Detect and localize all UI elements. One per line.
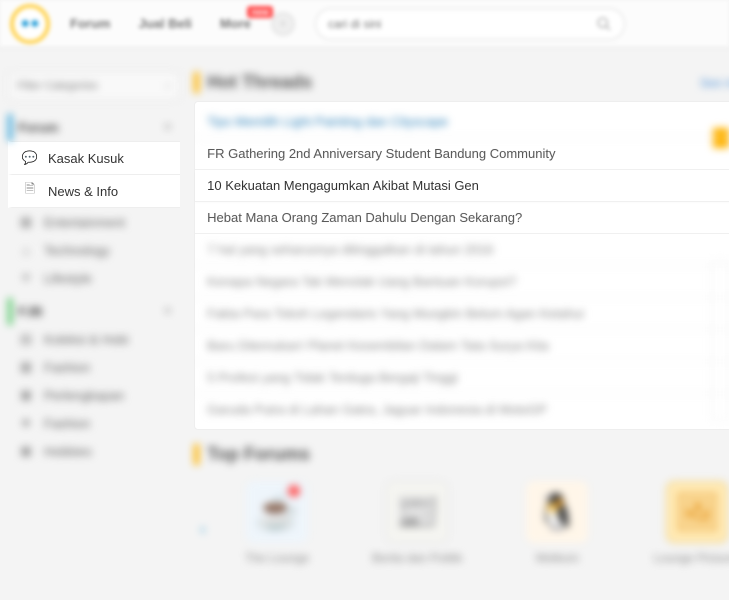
sidebar-item-label: Perlengkapan — [44, 388, 124, 403]
search-input[interactable] — [328, 17, 596, 31]
thread-row[interactable]: Hebat Mana Orang Zaman Dahulu Dengan Sek… — [195, 202, 729, 234]
top-forum-item[interactable]: 🖼 Lounge Pictures — [642, 481, 729, 565]
sidebar-filter[interactable]: ⌕ — [8, 72, 180, 100]
sidebar-item-label: Kasak Kusuk — [48, 151, 124, 166]
sidebar-item-label: Hobbies — [44, 444, 92, 459]
top-forums-carousel: ‹ ☕ The Lounge 📰 Berita dan Politik 🐧 We… — [194, 481, 729, 565]
nav-link-more[interactable]: More new — [220, 16, 251, 31]
hot-threads-list: Tips Memilih Light Painting dan Cityscap… — [194, 101, 729, 430]
thread-row[interactable]: 10 Kekuatan Mengagumkan Akibat Mutasi Ge… — [195, 170, 729, 202]
nav-separator-icon: ◦ — [271, 12, 295, 36]
chevron-down-icon: ▾ — [165, 306, 170, 317]
see-more-link[interactable]: See more — [700, 76, 729, 90]
top-forum-item[interactable]: 🐧 Welkom — [502, 481, 612, 565]
sidebar-header-label: FJB — [18, 304, 43, 319]
thread-row[interactable]: Baru Ditemukan! Planet Kesembilan Dalam … — [195, 330, 729, 362]
box-icon: ▣ — [18, 387, 34, 403]
sidebar-item[interactable]: ⌂ Technology — [8, 236, 180, 264]
thread-row[interactable]: Garuda Putra di Lahan Gatra, Jaguar Indo… — [195, 394, 729, 425]
news-icon: 🗎 — [22, 183, 38, 199]
search-icon[interactable] — [596, 16, 612, 32]
thread-row[interactable]: 5 Profesi yang Tidak Terduga Bergaji Tin… — [195, 362, 729, 394]
thread-row[interactable]: 7 hal yang seharusnya ditinggalkan di ta… — [195, 234, 729, 266]
site-logo[interactable]: ●● — [10, 4, 50, 44]
hot-threads-header: Hot Threads See more — [194, 72, 729, 93]
sidebar-item-label: Fashion — [44, 416, 90, 431]
nav-link-jualbeli[interactable]: Jual Beli — [138, 16, 191, 31]
sidebar-item[interactable]: ▣ Perlengkapan — [8, 381, 180, 409]
nav-badge-new: new — [247, 6, 273, 18]
logo-text: ●● — [20, 15, 39, 33]
filter-icon: ⌕ — [165, 80, 171, 93]
sidebar-item-label: Lifestyle — [44, 271, 92, 286]
forum-label: Berita dan Politik — [372, 551, 462, 565]
star-icon: ★ — [18, 415, 34, 431]
top-forum-item[interactable]: 📰 Berita dan Politik — [362, 481, 472, 565]
thread-row[interactable]: Tips Memilih Light Painting dan Cityscap… — [195, 106, 729, 138]
forum-icon: ☕ — [246, 481, 308, 543]
sidebar-item[interactable]: ▦ Fashion — [8, 353, 180, 381]
sidebar-item-news[interactable]: 🗎 News & Info — [8, 175, 180, 208]
sidebar-item[interactable]: ☀ Lifestyle — [8, 264, 180, 292]
forum-label: The Lounge — [245, 551, 309, 565]
forum-label: Lounge Pictures — [654, 551, 729, 565]
sidebar-item[interactable]: ▦ Entertainment — [8, 208, 180, 236]
top-forums-title: Top Forums — [207, 444, 310, 465]
forum-label: Welkom — [536, 551, 579, 565]
thread-row[interactable]: Kenapa Negara Tak Menolak Uang Bantuan K… — [195, 266, 729, 298]
nav-link-forum[interactable]: Forum — [70, 16, 110, 31]
sidebar-item-label: Technology — [44, 243, 110, 258]
sidebar-header-fjb[interactable]: FJB ▾ — [8, 298, 180, 325]
chat-icon: 💬 — [22, 150, 38, 166]
sidebar-item-label: News & Info — [48, 184, 118, 199]
bag-icon: ▤ — [18, 331, 34, 347]
camera-icon: ▣ — [18, 443, 34, 459]
sidebar-item-label: Koleksi & Hobi — [44, 332, 129, 347]
sidebar-header-label: Forum — [18, 120, 58, 135]
forum-icon: 📰 — [386, 481, 448, 543]
carousel-left-icon[interactable]: ‹ — [200, 521, 216, 537]
sidebar-filter-input[interactable] — [17, 80, 159, 92]
sidebar-item-kasak-kusuk[interactable]: 💬 Kasak Kusuk — [8, 141, 180, 175]
lifestyle-icon: ☀ — [18, 270, 34, 286]
technology-icon: ⌂ — [18, 242, 34, 258]
thread-row[interactable]: Fakta Para Tokoh Legendaris Yang Mungkin… — [195, 298, 729, 330]
forum-icon: 🖼 — [666, 481, 728, 543]
sidebar-header-forum[interactable]: Forum ▾ — [8, 114, 180, 141]
hot-threads-title: Hot Threads — [207, 72, 312, 93]
grid-icon: ▦ — [18, 359, 34, 375]
sidebar-item[interactable]: ▤ Koleksi & Hobi — [8, 325, 180, 353]
entertainment-icon: ▦ — [18, 214, 34, 230]
sidebar-item-label: Entertainment — [44, 215, 125, 230]
sidebar-item[interactable]: ★ Fashion — [8, 409, 180, 437]
top-forums-header: Top Forums — [194, 444, 729, 465]
sidebar-item[interactable]: ▣ Hobbies — [8, 437, 180, 465]
nav-link-more-label: More — [220, 16, 251, 31]
chevron-down-icon: ▾ — [165, 122, 170, 133]
forum-icon: 🐧 — [526, 481, 588, 543]
search-box[interactable] — [315, 8, 625, 40]
top-forum-item[interactable]: ☕ The Lounge — [222, 481, 332, 565]
sidebar-item-label: Fashion — [44, 360, 90, 375]
thread-row[interactable]: FR Gathering 2nd Anniversary Student Ban… — [195, 138, 729, 170]
